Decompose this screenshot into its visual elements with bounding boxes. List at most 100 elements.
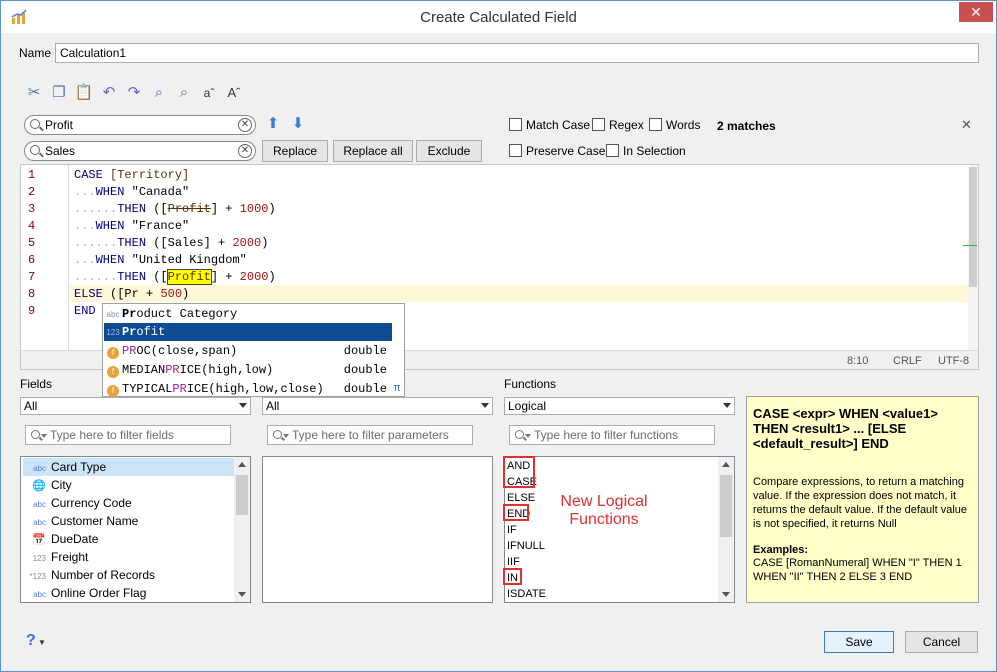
code-line: ...WHEN "United Kingdom"	[74, 253, 247, 267]
scroll-down-icon[interactable]	[722, 592, 730, 597]
close-find-icon[interactable]: ✕	[961, 117, 972, 133]
uppercase-icon[interactable]: Aˆ	[224, 83, 244, 103]
calendar-icon: 📅	[32, 534, 46, 546]
clear-find-icon[interactable]: ✕	[238, 118, 252, 132]
editor-scrollbar[interactable]	[968, 165, 978, 350]
window-title: Create Calculated Field	[420, 9, 577, 26]
fields-scrollbar[interactable]	[234, 457, 250, 602]
arrow-down-icon[interactable]: ⬇	[288, 114, 308, 134]
function-signature: CASE <expr> WHEN <value1> THEN <result1>…	[753, 406, 938, 451]
string-type-icon: abc	[106, 310, 120, 319]
in-selection-label: In Selection	[623, 144, 686, 158]
match-case-checkbox[interactable]: Match Case	[509, 118, 590, 132]
code-line: ...WHEN "Canada"	[74, 185, 190, 199]
autocomplete-item[interactable]: f PROC(close,span) double	[104, 342, 392, 360]
redo-icon[interactable]: ↷	[124, 83, 144, 103]
replace-all-button[interactable]: Replace all	[333, 140, 413, 162]
cursor-position: 8:10	[847, 355, 869, 367]
exclude-button[interactable]: Exclude	[416, 140, 482, 162]
match-case-label: Match Case	[526, 118, 591, 132]
code-line: ELSE ([Pr + 500)	[74, 287, 190, 301]
replace-value: Sales	[45, 144, 76, 158]
title-bar: Create Calculated Field ✕	[1, 1, 996, 33]
scroll-up-icon[interactable]	[238, 462, 246, 467]
functions-list[interactable]: AND CASE ELSE END IF IFNULL IIF IN ISDAT…	[504, 456, 735, 603]
line-number: 6	[28, 253, 36, 267]
autocomplete-item-selected[interactable]: 123 Profit	[104, 323, 392, 341]
fields-category-select[interactable]: All	[20, 397, 251, 415]
autocomplete-popup[interactable]: abc Product Category 123 Profit f PROC(clos…	[102, 303, 405, 397]
params-filter-input[interactable]: Type here to filter parameters	[267, 425, 473, 445]
dropdown-icon	[283, 434, 289, 438]
scroll-thumb[interactable]	[720, 475, 732, 537]
in-selection-checkbox[interactable]: In Selection	[606, 144, 686, 158]
list-item[interactable]: 📅 DueDate	[23, 530, 98, 548]
regex-checkbox[interactable]: Regex	[592, 118, 644, 132]
lowercase-icon[interactable]: aˆ	[199, 83, 219, 103]
list-item[interactable]: *123 Number of Records	[23, 566, 156, 584]
preserve-case-label: Preserve Case	[526, 144, 606, 158]
close-window-button[interactable]: ✕	[959, 2, 993, 22]
dropdown-icon	[525, 434, 531, 438]
undo-icon[interactable]: ↶	[99, 83, 119, 103]
line-number: 3	[28, 202, 36, 216]
name-input[interactable]: Calculation1	[55, 43, 979, 63]
annotation-box	[503, 456, 535, 488]
cancel-button[interactable]: Cancel	[905, 631, 978, 653]
find-replace-icon[interactable]: ⌕	[174, 83, 194, 103]
list-item[interactable]: abc Online Order Flag	[23, 584, 146, 602]
number-type-icon: 123	[106, 328, 120, 337]
line-number: 9	[28, 304, 36, 318]
annotation-box	[503, 504, 529, 521]
list-item[interactable]: abc Card Type	[23, 458, 234, 476]
find-value: Profit	[45, 118, 74, 132]
search-icon	[273, 430, 282, 439]
functions-scrollbar[interactable]	[718, 457, 734, 602]
words-checkbox[interactable]: Words	[649, 118, 700, 132]
dialog-window: Create Calculated Field ✕ Name Calculati…	[0, 0, 997, 672]
list-item[interactable]: abc Customer Name	[23, 512, 138, 530]
functions-category-select[interactable]: Logical	[504, 397, 735, 415]
arrow-up-icon[interactable]: ⬆	[263, 114, 283, 134]
scroll-down-icon[interactable]	[238, 592, 246, 597]
replace-button[interactable]: Replace	[262, 140, 328, 162]
scroll-up-icon[interactable]	[722, 462, 730, 467]
list-item[interactable]: 123 Freight	[23, 548, 89, 566]
pi-icon[interactable]: π	[391, 383, 403, 395]
paste-icon[interactable]: 📋	[74, 83, 94, 103]
clear-replace-icon[interactable]: ✕	[238, 144, 252, 158]
cut-icon[interactable]: ✂	[24, 83, 44, 103]
autocomplete-item[interactable]: f TYPICALPRICE(high,low,close) double	[104, 380, 392, 398]
functions-filter-input[interactable]: Type here to filter functions	[509, 425, 715, 445]
copy-icon[interactable]: ❐	[49, 83, 69, 103]
editor-scroll-thumb[interactable]	[969, 167, 977, 287]
code-line: ...WHEN "France"	[74, 219, 190, 233]
fields-list[interactable]: abc Card Type 🌐 City abc Currency Code abc C…	[20, 456, 251, 603]
preserve-case-checkbox[interactable]: Preserve Case	[509, 144, 605, 158]
search-icon	[515, 430, 524, 439]
scroll-thumb[interactable]	[236, 475, 248, 515]
save-button[interactable]: Save	[824, 631, 894, 653]
search-icon	[30, 119, 40, 129]
code-line: ......THEN ([Profit] + 2000)	[74, 269, 276, 285]
function-icon: f	[107, 366, 119, 378]
function-item[interactable]: IFNULL	[507, 538, 545, 554]
find-input[interactable]: Profit ✕	[24, 115, 256, 135]
list-item[interactable]: 🌐 City	[23, 476, 71, 494]
function-item[interactable]: IF	[507, 522, 517, 538]
functions-label: Functions	[504, 377, 557, 391]
replace-input[interactable]: Sales ✕	[24, 141, 256, 161]
name-label: Name	[19, 46, 52, 60]
fields-filter-input[interactable]: Type here to filter fields	[25, 425, 231, 445]
autocomplete-item[interactable]: abc Product Category	[104, 305, 392, 323]
line-number: 4	[28, 219, 36, 233]
params-list[interactable]	[262, 456, 493, 603]
function-item[interactable]: ISDATE	[507, 586, 546, 602]
find-icon[interactable]: ⌕	[149, 83, 169, 103]
search-match-highlight: Profit	[166, 269, 212, 285]
params-category-select[interactable]: All	[262, 397, 493, 415]
autocomplete-item[interactable]: f MEDIANPRICE(high,low) double	[104, 361, 392, 379]
list-item[interactable]: abc Currency Code	[23, 494, 132, 512]
current-line-highlight	[70, 285, 978, 302]
help-icon[interactable]: ? ▼	[26, 632, 46, 650]
